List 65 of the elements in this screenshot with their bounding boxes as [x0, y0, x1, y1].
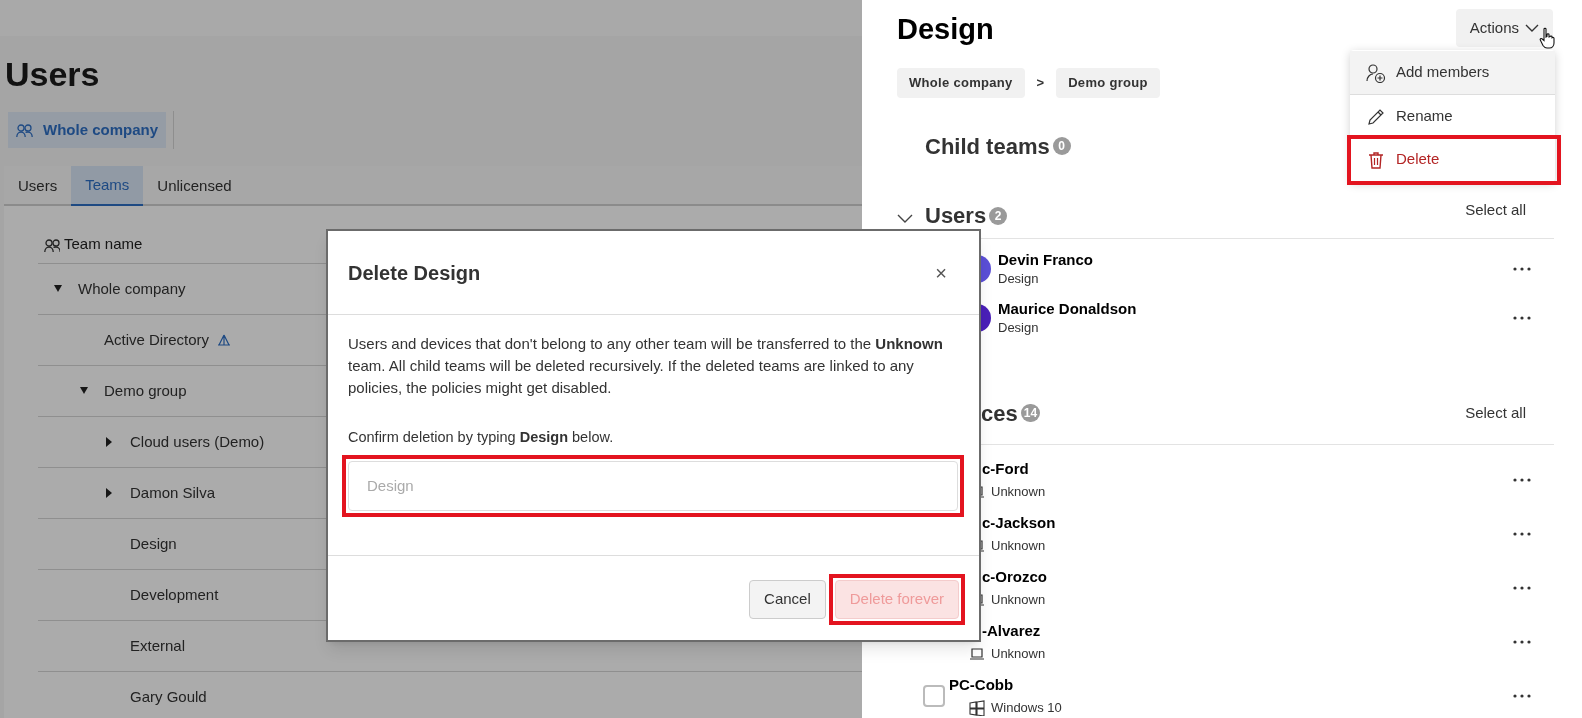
confirm-field[interactable]: Design [348, 460, 958, 511]
select-all-link[interactable]: Select all [1465, 199, 1526, 222]
tab[interactable]: Unlicensed [143, 166, 246, 206]
tree-item[interactable]: Active Directory [104, 328, 210, 352]
device-name[interactable]: PC-Cobb [949, 674, 1062, 697]
device-os: Windows 10 [991, 699, 1062, 718]
user-team: Design [998, 269, 1040, 288]
chevron-down-icon [1525, 23, 1539, 33]
more-icon [1513, 478, 1531, 482]
add-user-icon [1366, 62, 1386, 83]
tree-item[interactable]: Gary Gould [130, 685, 207, 709]
breadcrumb-separator: > [1036, 74, 1045, 93]
count-badge: 0 [1052, 137, 1071, 155]
breadcrumb[interactable]: Whole company [897, 68, 1025, 98]
hierarchy-icon [217, 333, 232, 347]
device-name[interactable]: c-Jackson [982, 512, 1056, 535]
device-os: Unknown [991, 591, 1046, 610]
tree-item[interactable]: Whole company [78, 277, 186, 301]
section-title: Child teams [925, 132, 1050, 161]
column-header: Team name [64, 234, 143, 255]
confirm-instruction: Confirm deletion by typing Design below. [348, 428, 615, 447]
more-icon [1513, 694, 1531, 698]
device-name[interactable]: c-Ford [982, 458, 1046, 481]
actions-button[interactable]: Actions [1455, 9, 1553, 47]
tree-item[interactable]: Damon Silva [130, 481, 216, 505]
menu-item[interactable]: Rename [1350, 95, 1555, 138]
select-all-link[interactable]: Select all [1465, 401, 1526, 425]
user-name[interactable]: Devin Franco [998, 249, 1094, 270]
people-icon [44, 237, 60, 252]
tree-item[interactable]: External [130, 634, 186, 658]
tree-item[interactable]: Cloud users (Demo) [130, 430, 265, 454]
count-badge: 14 [1020, 404, 1041, 422]
tree-item[interactable]: Demo group [104, 379, 187, 403]
tab[interactable]: Users [4, 166, 72, 206]
chevron-down-icon[interactable] [897, 213, 913, 224]
trash-icon [1366, 149, 1386, 170]
dialog-title: Delete Design [348, 260, 481, 286]
section-title: Users [925, 202, 987, 230]
device-name[interactable]: -Alvarez [982, 620, 1046, 643]
cancel-button[interactable]: Cancel [749, 580, 826, 619]
more-icon [1513, 315, 1531, 320]
user-name[interactable]: Maurice Donaldson [998, 298, 1137, 319]
more-icon [1513, 266, 1531, 271]
tree-item[interactable]: Design [130, 532, 177, 556]
windows-icon [969, 700, 985, 716]
more-icon [1513, 586, 1531, 590]
tree-item[interactable]: Development [130, 583, 219, 607]
drawer-title: Design [897, 12, 994, 47]
people-icon [16, 122, 33, 138]
section-title: ces [981, 399, 1018, 428]
breadcrumb[interactable]: Demo group [1056, 68, 1160, 98]
device-os: Unknown [991, 645, 1046, 664]
count-badge: 2 [989, 206, 1008, 225]
page-title: Users [5, 54, 101, 94]
dialog-message: Users and devices that don't belong to any other team will be transferred to the Unknown team. All child teams will be deleted recursively. If the deleted teams are linked to any policies, the policies might get disabled. [348, 334, 944, 398]
more-icon [1513, 532, 1531, 536]
menu-item[interactable]: Delete [1350, 138, 1555, 181]
device-name[interactable]: c-Orozco [982, 566, 1047, 589]
menu-item[interactable]: Add members [1350, 51, 1555, 94]
device-os: Unknown [991, 537, 1046, 556]
device-os: Unknown [991, 483, 1046, 502]
checkbox[interactable] [923, 685, 945, 707]
close-button[interactable]: × [935, 257, 947, 288]
more-icon [1513, 640, 1531, 644]
user-team: Design [998, 318, 1040, 337]
